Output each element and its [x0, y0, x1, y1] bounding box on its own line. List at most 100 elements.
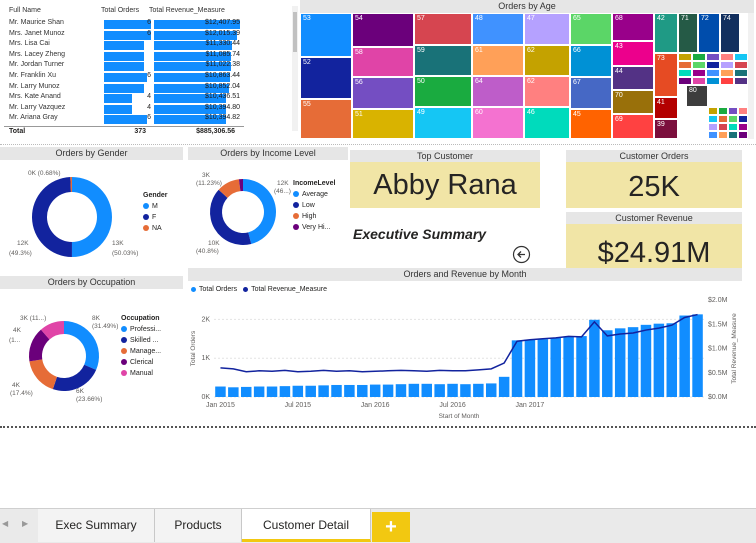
treemap-cell-small[interactable] [708, 123, 718, 131]
tab-products[interactable]: Products [155, 509, 242, 542]
orders-bar[interactable] [576, 336, 587, 397]
donut-slice[interactable] [210, 189, 252, 245]
treemap-cell-small[interactable] [734, 53, 748, 61]
add-page-button[interactable]: + [372, 512, 410, 542]
executive-summary-link[interactable]: Executive Summary [353, 226, 486, 242]
treemap-cell-small[interactable] [678, 69, 692, 77]
orders-bar[interactable] [382, 384, 394, 397]
treemap-cell-age[interactable]: 80 [686, 85, 708, 107]
treemap-cell-age[interactable]: 50 [414, 76, 472, 107]
treemap-cell-small[interactable] [692, 53, 706, 61]
orders-bar[interactable] [228, 387, 239, 397]
treemap-cell-small[interactable] [692, 77, 706, 85]
orders-bar[interactable] [434, 384, 445, 397]
treemap-cell-age[interactable]: 46 [524, 107, 570, 139]
table-scrollbar[interactable] [292, 6, 298, 131]
col-header-total-revenue[interactable]: Total Revenue_Measure [149, 7, 225, 14]
treemap-cell-small[interactable] [692, 69, 706, 77]
table-row[interactable]: Mr. Ariana Gray 6 $10,394.82 [9, 114, 244, 125]
treemap-cell-small[interactable] [708, 115, 718, 123]
legend-item[interactable]: Professi... [121, 326, 161, 333]
treemap-cell-small[interactable] [706, 53, 720, 61]
treemap-cell-age[interactable]: 68 [612, 13, 654, 41]
treemap-cell-age[interactable]: 39 [654, 119, 678, 139]
table-row[interactable]: Mr. Jordan Turner $11,022.38 [9, 61, 244, 72]
tab-exec-summary[interactable]: Exec Summary [38, 509, 155, 542]
treemap-cell-age[interactable]: 42 [654, 13, 678, 53]
treemap-cell-small[interactable] [728, 123, 738, 131]
treemap-cell-small[interactable] [706, 77, 720, 85]
col-header-total-orders[interactable]: Total Orders [101, 7, 139, 14]
treemap-cell-age[interactable]: 44 [612, 66, 654, 90]
treemap-cell-small[interactable] [720, 53, 734, 61]
table-row[interactable]: Mr. Larry Vazquez 4 $10,394.80 [9, 104, 244, 115]
treemap-cell-small[interactable] [738, 131, 748, 139]
tab-customer-detail[interactable]: Customer Detail [242, 509, 371, 542]
legend-item[interactable]: F [143, 214, 168, 221]
table-row[interactable]: Mr. Larry Munoz $10,852.04 [9, 83, 244, 94]
treemap-scrollbar[interactable] [748, 13, 754, 139]
treemap-cell-age[interactable]: 41 [654, 97, 678, 119]
orders-bar[interactable] [614, 328, 626, 397]
orders-bar[interactable] [537, 339, 549, 397]
orders-bar[interactable] [266, 386, 278, 397]
legend-item[interactable]: Low [293, 202, 335, 209]
orders-bar[interactable] [253, 386, 265, 397]
treemap-cell-age[interactable]: 74 [720, 13, 740, 53]
treemap-cell-age[interactable]: 59 [414, 45, 472, 76]
tab-scroll-right-icon[interactable]: ▶ [22, 519, 28, 528]
orders-bar[interactable] [602, 330, 613, 397]
orders-bar[interactable] [447, 383, 458, 397]
treemap-cell-small[interactable] [692, 61, 706, 69]
orders-bar[interactable] [215, 386, 226, 397]
treemap-cell-age[interactable]: 64 [472, 76, 524, 107]
legend-item[interactable]: Skilled ... [121, 337, 161, 344]
orders-bar[interactable] [653, 323, 665, 397]
orders-bar[interactable] [640, 324, 652, 397]
orders-bar[interactable] [460, 384, 471, 397]
treemap-cell-age[interactable]: 70 [612, 90, 654, 114]
treemap-cell-small[interactable] [734, 69, 748, 77]
treemap-cell-age[interactable]: 47 [524, 13, 570, 45]
orders-bar[interactable] [524, 339, 536, 397]
orders-bar[interactable] [369, 384, 381, 397]
orders-bar[interactable] [357, 384, 368, 397]
treemap-cell-age[interactable]: 65 [570, 13, 612, 45]
treemap-cell-small[interactable] [738, 115, 748, 123]
donut-slice[interactable] [52, 364, 97, 391]
treemap-cell-age[interactable]: 58 [352, 47, 414, 77]
orders-bar[interactable] [408, 383, 420, 397]
orders-bar[interactable] [679, 315, 690, 397]
treemap-cell-small[interactable] [678, 77, 692, 85]
table-row[interactable]: Mrs. Lisa Cai $11,330.44 [9, 40, 244, 51]
orders-revenue-month-chart[interactable]: 0K 1K 2K $0.0M $0.5M $1.0M $1.5M $2.0M Jan 2015 J… [188, 295, 742, 425]
orders-bar[interactable] [589, 319, 600, 397]
orders-bar[interactable] [666, 323, 678, 397]
treemap-cell-age[interactable]: 69 [612, 114, 654, 139]
treemap-cell-small[interactable] [708, 107, 718, 115]
orders-bar[interactable] [318, 385, 329, 397]
treemap-cell-small[interactable] [718, 115, 728, 123]
treemap-cell-age[interactable]: 73 [654, 53, 678, 97]
treemap-cell-small[interactable] [678, 53, 692, 61]
treemap-cell-small[interactable] [734, 61, 748, 69]
orders-bar[interactable] [395, 384, 407, 397]
orders-bar[interactable] [692, 314, 703, 397]
treemap-cell-small[interactable] [718, 107, 728, 115]
treemap-cell-age[interactable]: 66 [570, 45, 612, 77]
legend-item[interactable]: Manual [121, 370, 161, 377]
orders-bar[interactable] [627, 327, 639, 397]
treemap-cell-small[interactable] [706, 61, 720, 69]
orders-bar[interactable] [331, 384, 342, 397]
donut-slice[interactable] [29, 359, 58, 390]
treemap-cell-age[interactable]: 52 [300, 57, 352, 99]
orders-bar[interactable] [563, 336, 574, 397]
treemap-cell-small[interactable] [720, 77, 734, 85]
tab-scroll-left-icon[interactable]: ◀ [2, 519, 8, 528]
treemap-cell-age[interactable]: 43 [612, 41, 654, 66]
orders-bar[interactable] [473, 383, 484, 397]
treemap-cell-age[interactable]: 72 [698, 13, 720, 53]
treemap-cell-small[interactable] [720, 69, 734, 77]
legend-item[interactable]: Clerical [121, 359, 161, 366]
treemap-cell-age[interactable]: 60 [472, 107, 524, 139]
